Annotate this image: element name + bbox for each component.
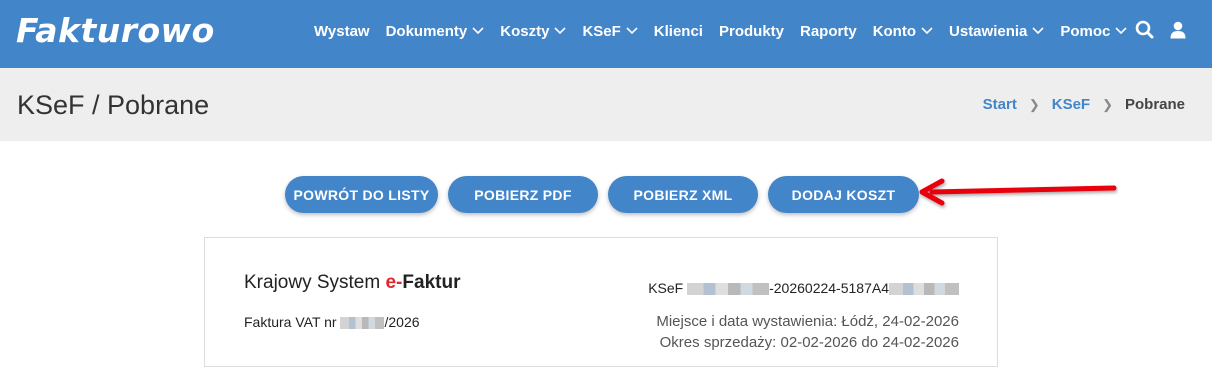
invoice-number: Faktura VAT nr /2026 — [244, 314, 420, 330]
app-logo[interactable]: Fakturowo — [16, 11, 215, 50]
redacted-block — [687, 283, 770, 296]
chevron-right-icon: ❯ — [1102, 96, 1113, 112]
page-title: KSeF / Pobrane — [17, 90, 210, 120]
invoice-number-prefix: Faktura VAT nr — [244, 314, 341, 330]
action-buttons: POWRÓT DO LISTY POBIERZ PDF POBIERZ XML … — [285, 176, 929, 213]
breadcrumb-start[interactable]: Start — [983, 96, 1017, 113]
page-header: KSeF / Pobrane Start ❯ KSeF ❯ Pobrane — [0, 68, 1212, 141]
ksef-number: KSeF -20260224-5187A4 — [648, 280, 959, 296]
redacted-block — [340, 317, 385, 330]
nav-item-label: Ustawienia — [949, 22, 1028, 40]
red-arrow-annotation — [919, 178, 1117, 206]
ksef-number-prefix: KSeF — [648, 280, 688, 296]
main-nav: Wystaw Dokumenty Koszty KSeF Klienci Pro… — [314, 0, 1143, 62]
breadcrumb: Start ❯ KSeF ❯ Pobrane — [983, 96, 1185, 113]
sale-period: Okres sprzedaży: 02-02-2026 do 24-02-202… — [659, 334, 959, 351]
breadcrumb-ksef[interactable]: KSeF — [1052, 96, 1090, 113]
nav-item-raporty[interactable]: Raporty — [800, 23, 857, 40]
add-cost-button[interactable]: DODAJ KOSZT — [768, 176, 919, 213]
nav-item-ksef[interactable]: KSeF — [582, 22, 638, 40]
nav-item-label: Pomoc — [1060, 22, 1111, 40]
download-xml-button[interactable]: POBIERZ XML — [608, 176, 758, 213]
user-icon[interactable] — [1170, 21, 1186, 39]
ksef-title-e: e- — [385, 272, 403, 293]
chevron-down-icon — [921, 27, 933, 35]
chevron-down-icon — [554, 27, 567, 35]
nav-item-konto[interactable]: Konto — [873, 23, 933, 40]
ksef-title-prefix: Krajowy System — [244, 272, 386, 293]
download-pdf-button[interactable]: POBIERZ PDF — [448, 176, 598, 213]
breadcrumb-current: Pobrane — [1124, 96, 1185, 113]
nav-item-wystaw[interactable]: Wystaw — [314, 23, 370, 40]
nav-item-label: Wystaw — [314, 22, 370, 40]
ksef-title-suffix: Faktur — [402, 272, 461, 293]
search-icon[interactable] — [1135, 20, 1154, 39]
back-to-list-button[interactable]: POWRÓT DO LISTY — [285, 176, 438, 213]
nav-item-label: Klienci — [653, 22, 703, 40]
chevron-down-icon — [472, 27, 484, 35]
invoice-number-suffix: /2026 — [384, 314, 420, 330]
nav-item-label: Dokumenty — [385, 22, 468, 40]
chevron-down-icon — [1032, 27, 1044, 35]
nav-item-produkty[interactable]: Produkty — [719, 23, 784, 40]
nav-item-pomoc[interactable]: Pomoc — [1060, 23, 1127, 40]
nav-item-klienci[interactable]: Klienci — [654, 23, 703, 40]
nav-item-dokumenty[interactable]: Dokumenty — [386, 23, 485, 40]
ksef-number-visible: -20260224-5187A4 — [769, 280, 889, 296]
nav-item-label: Raporty — [800, 22, 857, 40]
redacted-block — [889, 283, 959, 296]
nav-item-label: Produkty — [718, 22, 784, 40]
nav-item-label: KSeF — [582, 22, 621, 40]
ksef-system-title: Krajowy System e-Faktur — [244, 272, 460, 294]
invoice-preview: Krajowy System e-Faktur Faktura VAT nr /… — [204, 237, 998, 367]
nav-item-label: Konto — [872, 22, 917, 40]
top-icons — [1119, 20, 1186, 39]
nav-item-koszty[interactable]: Koszty — [500, 22, 567, 40]
nav-item-ustawienia[interactable]: Ustawienia — [949, 23, 1044, 40]
nav-item-label: Koszty — [500, 22, 550, 40]
issue-place-date: Miejsce i data wystawienia: Łódź, 24-02-… — [656, 313, 959, 330]
chevron-right-icon: ❯ — [1028, 96, 1040, 112]
top-navbar: Fakturowo Wystaw Dokumenty Koszty KSeF K… — [0, 0, 1212, 68]
chevron-down-icon — [626, 27, 638, 35]
